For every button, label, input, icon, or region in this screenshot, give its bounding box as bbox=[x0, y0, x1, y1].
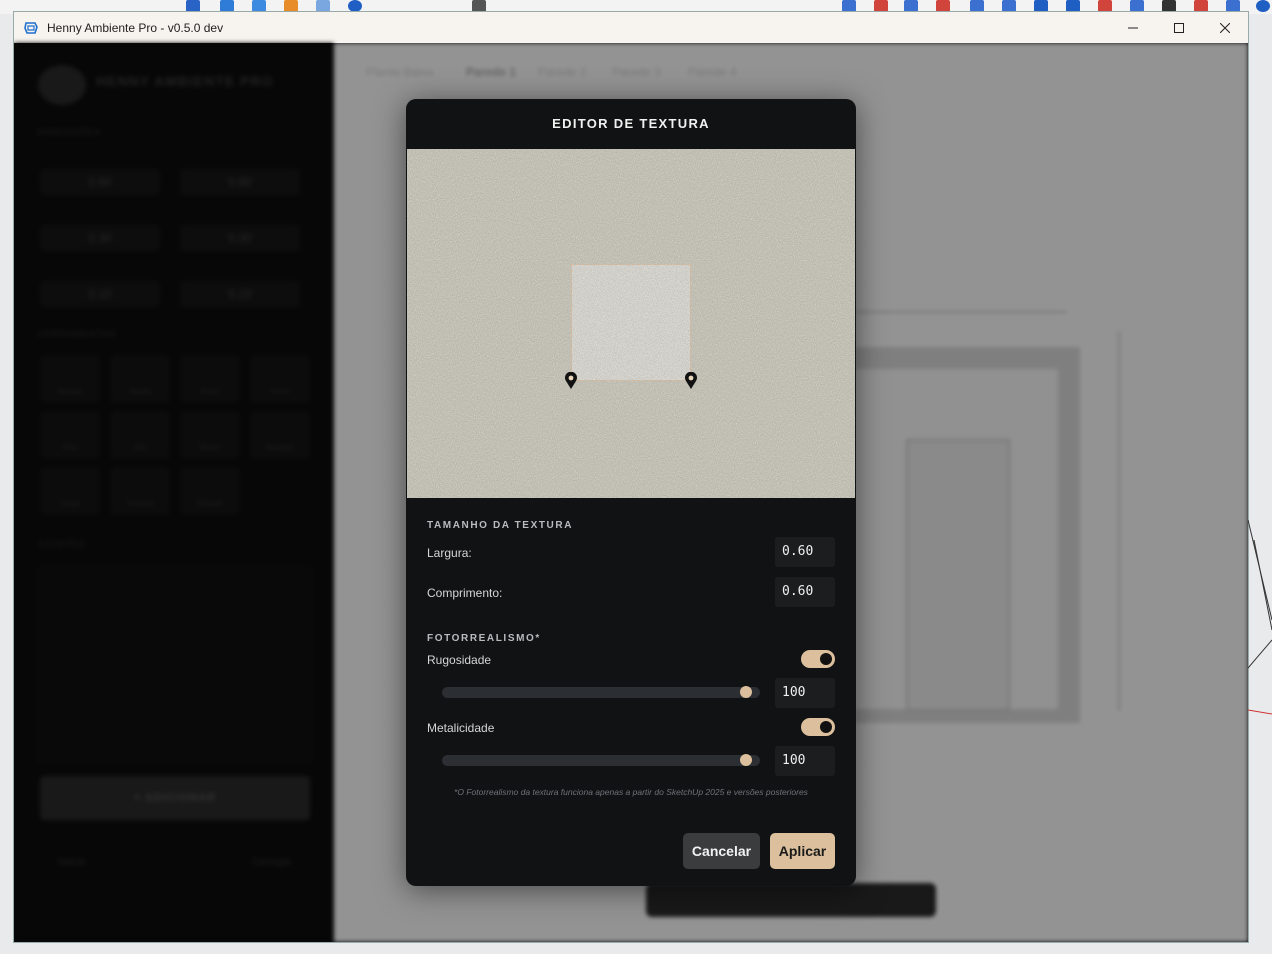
toolbar-tool-icon bbox=[1130, 0, 1144, 12]
texture-selection-box[interactable] bbox=[571, 264, 691, 381]
left-pin-icon[interactable] bbox=[564, 372, 578, 390]
window-title: Henny Ambiente Pro - v0.5.0 dev bbox=[47, 20, 224, 35]
title-bar[interactable]: Henny Ambiente Pro - v0.5.0 dev bbox=[14, 12, 1248, 43]
texture-editor-modal: EDITOR DE TEXTURA TAMANHO DA TEXTURA Lar… bbox=[406, 99, 856, 886]
close-button[interactable] bbox=[1202, 12, 1248, 43]
length-label: Comprimento: bbox=[427, 586, 503, 600]
toolbar-tool-icon bbox=[252, 0, 266, 12]
metallic-input[interactable]: 100 bbox=[775, 746, 835, 776]
minimize-icon bbox=[1128, 27, 1138, 28]
toolbar-tool-icon bbox=[1162, 0, 1176, 12]
width-label: Largura: bbox=[427, 546, 472, 560]
roughness-slider-thumb[interactable] bbox=[740, 686, 752, 698]
width-input[interactable]: 0.60 bbox=[775, 537, 835, 567]
metallic-slider-thumb[interactable] bbox=[740, 754, 752, 766]
roughness-slider[interactable] bbox=[442, 686, 760, 698]
maximize-icon bbox=[1174, 22, 1184, 33]
close-icon bbox=[1220, 22, 1230, 33]
toolbar-tool-icon bbox=[970, 0, 984, 12]
roughness-label: Rugosidade bbox=[427, 653, 492, 667]
search-icon bbox=[1256, 0, 1270, 12]
metallic-label: Metalicidade bbox=[427, 721, 495, 735]
toolbar-tool-icon bbox=[1034, 0, 1048, 12]
length-input[interactable]: 0.60 bbox=[775, 577, 835, 607]
background-geometry bbox=[1248, 519, 1272, 715]
metallic-toggle[interactable] bbox=[801, 718, 835, 736]
toolbar-tool-icon bbox=[936, 0, 950, 12]
apply-button[interactable]: Aplicar bbox=[770, 833, 835, 869]
toolbar-tool-icon bbox=[186, 0, 200, 12]
app-logo-icon bbox=[24, 21, 38, 34]
texture-size-section: TAMANHO DA TEXTURA bbox=[427, 520, 574, 531]
right-pin-icon[interactable] bbox=[684, 372, 698, 390]
toolbar-tool-icon bbox=[220, 0, 234, 12]
info-icon bbox=[348, 0, 362, 12]
texture-preview[interactable] bbox=[407, 149, 855, 498]
toolbar-tool-icon bbox=[316, 0, 330, 12]
cancel-button[interactable]: Cancelar bbox=[683, 833, 760, 869]
toolbar-tool-icon bbox=[472, 0, 486, 12]
metallic-slider[interactable] bbox=[442, 754, 760, 766]
toolbar-tool-icon bbox=[904, 0, 918, 12]
toolbar-tool-icon bbox=[284, 0, 298, 12]
toggle-knob bbox=[820, 721, 832, 733]
toolbar-tool-icon bbox=[1194, 0, 1208, 12]
minimize-button[interactable] bbox=[1110, 12, 1156, 43]
toolbar-tool-icon bbox=[1098, 0, 1112, 12]
photorealism-section: FOTORREALISMO* bbox=[427, 633, 541, 644]
maximize-button[interactable] bbox=[1156, 12, 1202, 43]
toolbar-tool-icon bbox=[1226, 0, 1240, 12]
roughness-toggle[interactable] bbox=[801, 650, 835, 668]
toolbar-tool-icon bbox=[874, 0, 888, 12]
toolbar-tool-icon bbox=[1002, 0, 1016, 12]
toolbar-tool-icon bbox=[1066, 0, 1080, 12]
modal-title: EDITOR DE TEXTURA bbox=[552, 116, 710, 131]
photorealism-footnote: *O Fotorrealismo da textura funciona ape… bbox=[454, 787, 808, 797]
toolbar-tool-icon bbox=[842, 0, 856, 12]
toggle-knob bbox=[820, 653, 832, 665]
roughness-input[interactable]: 100 bbox=[775, 678, 835, 708]
